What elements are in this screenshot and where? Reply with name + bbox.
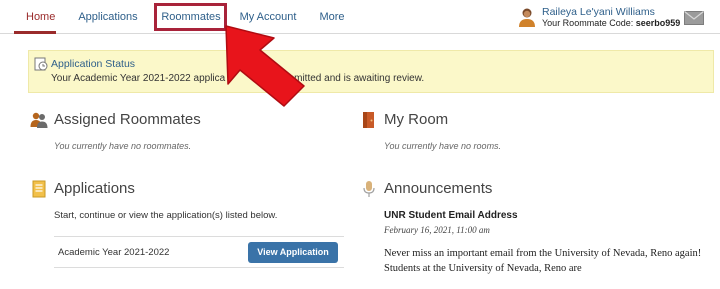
status-title: Application Status — [51, 58, 136, 70]
application-row: Academic Year 2021-2022 View Application — [54, 236, 344, 268]
roommate-code-value: seerbo959 — [635, 18, 681, 28]
view-application-button[interactable]: View Application — [248, 242, 338, 263]
announcement-body: Never miss an important email from the U… — [384, 248, 702, 274]
door-icon — [363, 112, 374, 128]
no-roommates-note: You currently have no roommates. — [54, 141, 192, 151]
mail-icon[interactable] — [684, 11, 704, 25]
roommate-code: Your Roommate Code: seerbo959 — [542, 18, 680, 28]
tab-applications[interactable]: Applications — [72, 0, 144, 34]
user-info: Raileya Le'yani Williams Your Roommate C… — [518, 5, 708, 31]
applications-intro: Start, continue or view the application(… — [54, 210, 278, 221]
announcements-title: Announcements — [384, 180, 493, 197]
red-arrow-annotation — [225, 25, 305, 107]
tab-home[interactable]: Home — [14, 0, 56, 34]
my-room-title: My Room — [384, 111, 449, 128]
status-clock-icon — [34, 57, 48, 71]
application-status-banner: Application Status Your Academic Year 20… — [28, 50, 714, 93]
announcement-headline[interactable]: UNR Student Email Address — [384, 210, 518, 221]
user-name[interactable]: Raileya Le'yani Williams — [542, 6, 655, 18]
applications-document-icon — [32, 180, 46, 198]
application-name: Academic Year 2021-2022 — [58, 247, 170, 258]
no-rooms-note: You currently have no rooms. — [384, 141, 502, 151]
avatar[interactable] — [518, 7, 536, 27]
tab-more[interactable]: More — [310, 0, 354, 34]
roommates-icon — [30, 112, 48, 128]
applications-title: Applications — [54, 180, 135, 197]
roommate-code-label: Your Roommate Code: — [542, 18, 634, 28]
announcement-date: February 16, 2021, 11:00 am — [384, 225, 490, 235]
assigned-roommates-title: Assigned Roommates — [54, 111, 201, 128]
microphone-icon — [363, 181, 375, 197]
